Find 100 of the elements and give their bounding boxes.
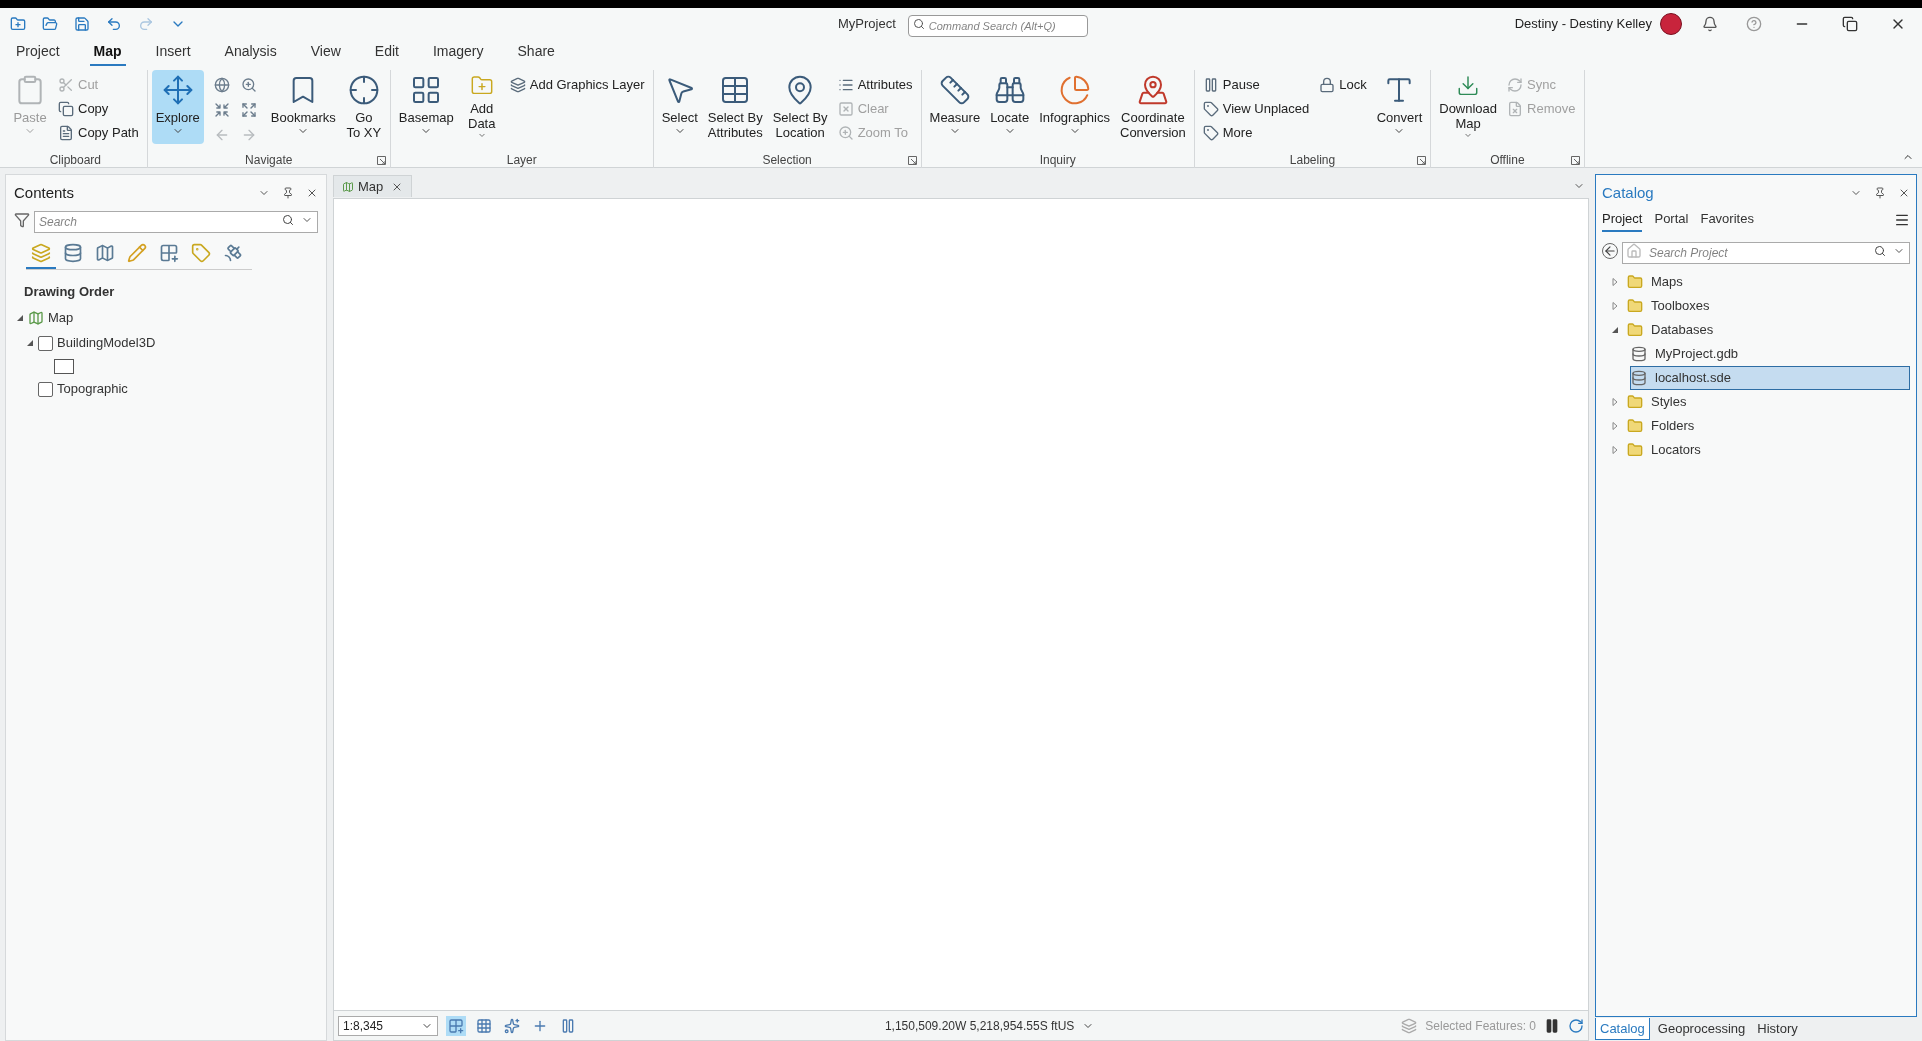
tool-button[interactable]: Locate [986,70,1034,144]
new-project-icon [10,16,26,32]
catalog-item[interactable]: Toolboxes [1602,293,1910,318]
filter-icon[interactable] [14,212,30,228]
selected-features: Selected Features: 0 [1425,1017,1536,1035]
scale-field[interactable]: 1:8,345 [338,1015,438,1036]
search-icon [282,214,294,226]
tool-button[interactable]: Add Data [459,70,504,144]
map-tab[interactable]: Map [333,175,413,197]
visibility-checkbox[interactable] [38,381,53,397]
tool-button[interactable]: Select By Location [768,70,832,144]
remove-icon [1507,101,1524,117]
source-tab[interactable]: Project [1602,209,1643,232]
ribbon-tab[interactable]: Insert [151,41,195,66]
visibility-checkbox[interactable] [38,335,53,351]
expand-arrow-icon[interactable] [1611,325,1619,334]
catalog-item[interactable]: MyProject.gdb [1630,341,1910,366]
pin-icon[interactable] [282,187,294,199]
search-field[interactable]: Search [34,211,318,233]
catalog-item[interactable]: Databases [1602,317,1910,342]
group-label: Clipboard [49,152,102,169]
search-field[interactable]: Search Project [1622,241,1910,264]
redo-icon [138,16,154,32]
undo-icon [106,16,122,32]
refresh-icon[interactable] [1568,1017,1584,1034]
tool-button[interactable]: Select By Attributes [703,70,767,144]
catalog-item[interactable]: Folders [1602,413,1910,438]
expand-arrow-icon[interactable] [16,314,24,322]
close-icon[interactable] [306,187,318,199]
layer-name[interactable]: BuildingModel3D [57,333,156,353]
search-icon [1874,244,1886,257]
pane-tab[interactable]: Geoprocessing [1653,1018,1750,1040]
notification-icon[interactable] [1702,16,1718,32]
tool-button[interactable]: Bookmarks [266,70,340,144]
database-icon [63,243,83,263]
tool-button[interactable]: Copy Path [54,122,143,144]
ribbon-tab[interactable]: Edit [370,41,403,66]
expand-arrow-icon[interactable] [26,339,34,347]
source-tab[interactable]: Favorites [1700,209,1754,232]
user-name[interactable]: Destiny - Destiny Kelley [1514,14,1652,34]
tool-button[interactable]: More [1198,122,1314,144]
grid-plus-icon [448,1017,464,1034]
tool-button[interactable]: Copy [54,98,143,120]
tool-button[interactable]: Go To XY [341,70,386,144]
catalog-item[interactable]: Locators [1602,437,1910,462]
close-icon[interactable] [1898,187,1910,199]
group-label: Offline [1490,152,1525,169]
group-label: Navigate [245,152,293,169]
sync-icon [1507,77,1524,93]
pane-title: Catalog [1602,182,1655,203]
satellite-icon [223,243,243,263]
save-button[interactable] [72,14,92,34]
tool-button[interactable]: Lock [1315,74,1371,96]
launcher-icon[interactable] [907,156,917,165]
grid-plus-icon [159,243,179,263]
catalog-item[interactable]: Maps [1602,269,1910,294]
grid-plus-button[interactable] [446,1015,466,1036]
launcher-icon[interactable] [376,156,386,165]
ribbon-tab[interactable]: Share [513,41,559,66]
tool-button[interactable]: Coordinate Conversion [1116,70,1190,144]
catalog-item[interactable]: localhost.sde [1630,365,1910,390]
expand-icon [240,102,257,118]
layer-name[interactable]: Topographic [57,379,128,399]
tool-button[interactable]: Attributes [833,74,917,96]
restore-icon[interactable] [1842,16,1858,32]
folder-icon [1627,393,1643,410]
tool-button[interactable]: Download Map [1435,70,1502,144]
tool-button[interactable]: Select [657,70,702,144]
tool-button[interactable]: Convert [1372,70,1427,144]
tool-button[interactable]: Measure [925,70,985,144]
tool-button[interactable]: Explore [151,70,204,144]
map-icon [95,243,115,263]
map-icon [342,180,354,193]
launcher-icon[interactable] [1570,156,1580,165]
source-tab[interactable]: Portal [1654,209,1689,232]
ribbon-tab[interactable]: Project [12,41,64,66]
layer-name[interactable]: Map [48,308,74,328]
tool-button[interactable]: Pause [1198,74,1314,96]
pane-tab[interactable]: Catalog [1595,1018,1650,1040]
ribbon-tab[interactable]: View [306,41,345,66]
ribbon-tab[interactable]: Imagery [428,41,488,66]
avatar[interactable] [1660,13,1682,35]
command-search-field[interactable]: Command Search (Alt+Q) [907,15,1088,37]
catalog-item[interactable]: Styles [1602,389,1910,414]
tool-button[interactable]: Basemap [394,70,458,144]
pin-icon[interactable] [1874,187,1886,199]
pause-icon[interactable] [1544,1017,1560,1034]
help-icon[interactable] [1746,16,1762,32]
pin-icon [1136,74,1169,106]
launcher-icon[interactable] [1417,156,1427,165]
tag-icon [1202,101,1219,117]
crosshair-icon [347,74,380,106]
tool-button[interactable]: Infographics [1035,70,1114,144]
scissors-icon [58,77,74,93]
pane-tab[interactable]: History [1753,1018,1802,1040]
tool-button[interactable]: Add Graphics Layer [505,74,649,96]
database-icon [1631,369,1647,386]
search-icon [912,18,925,30]
ribbon-tab[interactable]: Analysis [220,41,281,66]
tool-button[interactable]: View Unplaced [1198,98,1314,120]
